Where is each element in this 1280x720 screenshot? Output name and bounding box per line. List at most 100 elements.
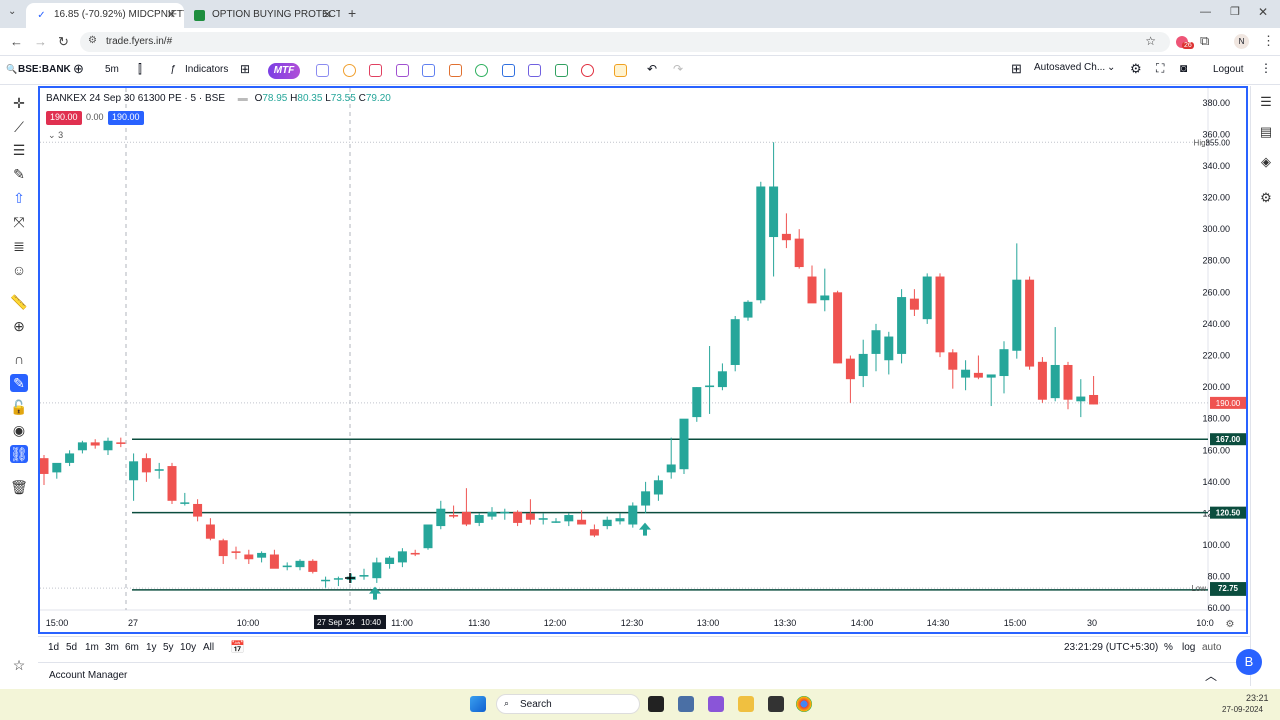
layout-grid-icon[interactable]: ⊞: [1011, 61, 1022, 77]
tool-icon-6[interactable]: [449, 64, 462, 77]
magnet-icon[interactable]: ∩: [10, 350, 28, 368]
pen-app-icon[interactable]: [708, 696, 724, 712]
horizontal-lines-icon[interactable]: ☰: [10, 141, 28, 159]
legend-collapse-icon[interactable]: ▬: [238, 93, 248, 104]
candle-type-icon[interactable]: ⫿: [138, 62, 142, 77]
back-icon[interactable]: ←: [10, 34, 23, 49]
range-6m[interactable]: 6m: [125, 642, 139, 653]
timezone-clock[interactable]: 23:21:29 (UTC+5:30): [1064, 642, 1158, 653]
percent-toggle[interactable]: %: [1164, 642, 1173, 653]
indicators-button[interactable]: Indicators: [185, 64, 228, 75]
trash-icon[interactable]: 🗑: [10, 478, 28, 496]
url-bar[interactable]: ⚙ trade.fyers.in/# ☆: [80, 32, 1170, 52]
fib-icon[interactable]: ≣: [10, 237, 28, 255]
crosshair-icon[interactable]: ✛: [10, 94, 28, 112]
interval-selector[interactable]: 5m: [105, 64, 119, 75]
range-5y[interactable]: 5y: [163, 642, 174, 653]
drawing-mode-icon[interactable]: ✎: [10, 374, 28, 392]
eye-icon[interactable]: ◉: [10, 421, 28, 439]
log-toggle[interactable]: log: [1182, 642, 1195, 653]
close-tab-icon[interactable]: ✕: [323, 8, 332, 21]
range-1y[interactable]: 1y: [146, 642, 157, 653]
ruler-icon[interactable]: 📏: [10, 293, 28, 311]
profile-avatar[interactable]: N: [1234, 34, 1249, 49]
tool-icon-10[interactable]: [555, 64, 568, 77]
trendline-icon[interactable]: ⟋: [10, 118, 28, 136]
range-3m[interactable]: 3m: [105, 642, 119, 653]
close-window-icon[interactable]: ✕: [1258, 5, 1268, 19]
mtf-button[interactable]: MTF: [268, 63, 300, 79]
layout-chevron-icon[interactable]: ⌄: [1107, 62, 1115, 73]
range-5d[interactable]: 5d: [66, 642, 77, 653]
smile-icon[interactable]: ☺: [10, 261, 28, 279]
account-avatar-button[interactable]: B: [1236, 649, 1262, 675]
windows-start-icon[interactable]: [470, 696, 486, 712]
tool-icon-4[interactable]: [396, 64, 409, 77]
snipping-tool-icon[interactable]: [768, 696, 784, 712]
zoom-icon[interactable]: ⊕: [10, 317, 28, 335]
collapse-panel-icon[interactable]: ︿: [1205, 667, 1217, 684]
tool-icon-2[interactable]: [343, 64, 356, 77]
account-manager-title[interactable]: Account Manager: [49, 670, 127, 681]
close-tab-icon[interactable]: ✕: [167, 8, 176, 21]
tool-icon-9[interactable]: [528, 64, 541, 77]
indicators-icon[interactable]: ƒ: [170, 64, 176, 75]
range-10y[interactable]: 10y: [180, 642, 196, 653]
new-tab-button[interactable]: +: [348, 5, 356, 21]
layouts-grid-icon[interactable]: ⊞: [240, 62, 250, 76]
camera-icon[interactable]: ◙: [1180, 61, 1187, 75]
add-symbol-icon[interactable]: ⊕: [73, 61, 84, 77]
app-menu-icon[interactable]: ⋮: [1260, 61, 1272, 75]
indicators-collapse[interactable]: ⌄ 3: [48, 130, 63, 141]
symbol-search-icon[interactable]: 🔍: [6, 64, 17, 75]
tab-fyers[interactable]: ✓ 16.85 (-70.92%) MIDCPNIFTY24 ✕: [26, 3, 184, 28]
news-icon[interactable]: ▤: [1258, 124, 1274, 140]
link-icon[interactable]: ⛓: [10, 445, 28, 463]
auto-toggle[interactable]: auto: [1202, 642, 1221, 653]
range-1d[interactable]: 1d: [48, 642, 59, 653]
calendar-goto-icon[interactable]: 📅: [230, 640, 245, 654]
range-all[interactable]: All: [203, 642, 214, 653]
lock-icon[interactable]: 🔓: [10, 398, 28, 416]
file-explorer-icon[interactable]: [738, 696, 754, 712]
node-icon[interactable]: ⤧: [10, 213, 28, 231]
tool-icon-5[interactable]: [422, 64, 435, 77]
settings-list-icon[interactable]: ⚙: [1258, 190, 1274, 206]
forward-icon[interactable]: →: [34, 34, 47, 49]
tool-icon-8[interactable]: [502, 64, 515, 77]
tool-icon-1[interactable]: [316, 64, 329, 77]
tool-icon-12[interactable]: [614, 64, 627, 77]
bookmark-star-icon[interactable]: ☆: [1145, 34, 1156, 48]
layout-name[interactable]: Autosaved Ch...: [1034, 62, 1105, 73]
taskbar-search[interactable]: ⌕ Search: [496, 694, 640, 714]
sell-price-button[interactable]: 190.00: [46, 111, 82, 125]
star-icon[interactable]: ☆: [10, 656, 28, 674]
task-view-icon[interactable]: [648, 696, 664, 712]
arrow-up-icon[interactable]: ⇧: [10, 189, 28, 207]
symbol-selector[interactable]: BSE:BANK: [18, 64, 71, 75]
logout-button[interactable]: Logout: [1213, 64, 1244, 75]
chart-panel[interactable]: 380.00 360.00 340.00 320.00 300.00 280.00 260.…: [38, 86, 1248, 634]
redo-icon[interactable]: ↷: [673, 62, 683, 76]
maximize-icon[interactable]: ❐: [1230, 5, 1240, 18]
site-info-icon[interactable]: ⚙: [88, 35, 97, 46]
tool-icon-3[interactable]: [369, 64, 382, 77]
chrome-icon[interactable]: [796, 696, 812, 712]
extensions-puzzle-icon[interactable]: ⧉: [1200, 33, 1209, 49]
watchlist-icon[interactable]: ☰: [1258, 94, 1274, 110]
tool-icon-7[interactable]: [475, 64, 488, 77]
reload-icon[interactable]: ↻: [58, 34, 69, 50]
range-1m[interactable]: 1m: [85, 642, 99, 653]
tab-sheets[interactable]: OPTION BUYING PROTECT - Go ✕: [184, 3, 340, 28]
buy-price-button[interactable]: 190.00: [108, 111, 144, 125]
minimize-icon[interactable]: —: [1200, 6, 1211, 18]
pen-icon[interactable]: ✎: [10, 165, 28, 183]
layers-icon[interactable]: ◈: [1258, 154, 1274, 170]
browser-menu-icon[interactable]: ⋮: [1262, 33, 1275, 49]
undo-icon[interactable]: ↶: [647, 62, 657, 76]
tool-icon-11[interactable]: [581, 64, 594, 77]
settings-gear-icon[interactable]: ⚙: [1130, 61, 1142, 77]
tab-list-chevron-icon[interactable]: ⌄: [8, 6, 16, 17]
calculator-icon[interactable]: [678, 696, 694, 712]
price-chart[interactable]: 380.00360.00340.00320.00300.00280.00260.…: [40, 88, 1246, 632]
